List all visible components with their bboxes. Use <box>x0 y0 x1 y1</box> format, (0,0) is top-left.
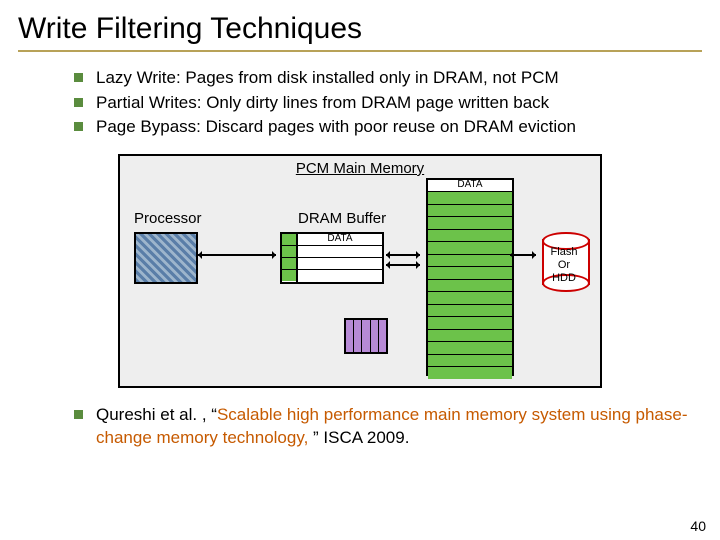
citation-list: Qureshi et al. , “Scalable high performa… <box>34 404 702 450</box>
data-cell: DATA <box>428 180 512 193</box>
pcm-memory-block: DATA <box>426 178 514 376</box>
architecture-diagram: PCM Main Memory Processor DRAM Buffer DA… <box>118 154 602 388</box>
processor-block <box>134 232 198 284</box>
bullet-item: Partial Writes: Only dirty lines from DR… <box>74 91 702 116</box>
arrow-icon <box>386 254 420 256</box>
slide-title: Write Filtering Techniques <box>18 12 702 52</box>
storage-disk: Flash Or HDD <box>542 232 586 292</box>
bullet-item: Page Bypass: Discard pages with poor reu… <box>74 115 702 140</box>
arrow-icon <box>386 264 420 266</box>
bullet-item: Lazy Write: Pages from disk installed on… <box>74 66 702 91</box>
dram-buffer-block: DATA <box>296 232 384 284</box>
pcm-memory-label: PCM Main Memory <box>296 160 424 177</box>
arrow-icon <box>198 254 276 256</box>
dram-buffer-label: DRAM Buffer <box>298 210 386 227</box>
processor-label: Processor <box>134 210 202 227</box>
citation-item: Qureshi et al. , “Scalable high performa… <box>74 404 702 450</box>
cache-lines-block <box>344 318 388 354</box>
page-number: 40 <box>690 518 706 534</box>
arrow-icon <box>510 254 536 256</box>
data-cell: DATA <box>298 234 382 246</box>
disk-label: Flash Or HDD <box>542 246 586 286</box>
bullet-list: Lazy Write: Pages from disk installed on… <box>34 66 702 140</box>
